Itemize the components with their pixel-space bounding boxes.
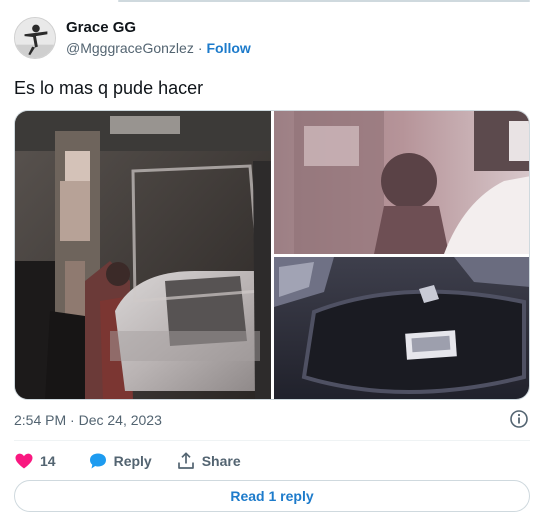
avatar[interactable] bbox=[14, 17, 56, 59]
handle-row: @MgggraceGonzlez · Follow bbox=[66, 38, 251, 58]
action-bar: 14 Reply Share bbox=[14, 449, 241, 473]
reply-bubble-icon bbox=[89, 453, 106, 469]
heart-icon bbox=[15, 453, 33, 469]
display-name[interactable]: Grace GG bbox=[66, 18, 251, 38]
media-grid bbox=[14, 110, 530, 400]
read-replies-button[interactable]: Read 1 reply bbox=[14, 480, 530, 512]
thread-connector-line bbox=[118, 0, 530, 2]
media-image-1[interactable] bbox=[15, 111, 271, 399]
reply-label: Reply bbox=[113, 453, 152, 469]
share-label: Share bbox=[201, 453, 241, 469]
tweet-header: Grace GG @MgggraceGonzlez · Follow bbox=[14, 14, 251, 62]
media-image-3[interactable] bbox=[274, 257, 529, 399]
like-count: 14 bbox=[40, 453, 56, 469]
share-icon bbox=[177, 452, 194, 469]
divider bbox=[14, 440, 530, 441]
photo-icon bbox=[274, 257, 529, 399]
tweet-text: Es lo mas q pude hacer bbox=[14, 78, 204, 98]
info-icon[interactable] bbox=[509, 409, 529, 429]
photo-icon bbox=[15, 111, 271, 399]
tweet-timestamp[interactable]: 2:54 PM · Dec 24, 2023 bbox=[14, 410, 162, 430]
handle[interactable]: @MgggraceGonzlez bbox=[66, 38, 194, 58]
share-button[interactable]: Share bbox=[176, 451, 241, 471]
separator-dot: · bbox=[197, 40, 203, 56]
avatar-image bbox=[15, 18, 55, 58]
like-button[interactable]: 14 bbox=[14, 451, 56, 471]
media-image-2[interactable] bbox=[274, 111, 529, 254]
author-names: Grace GG @MgggraceGonzlez · Follow bbox=[66, 18, 251, 58]
photo-icon bbox=[274, 111, 529, 254]
reply-button[interactable]: Reply bbox=[88, 451, 152, 471]
follow-button[interactable]: Follow bbox=[207, 38, 251, 58]
